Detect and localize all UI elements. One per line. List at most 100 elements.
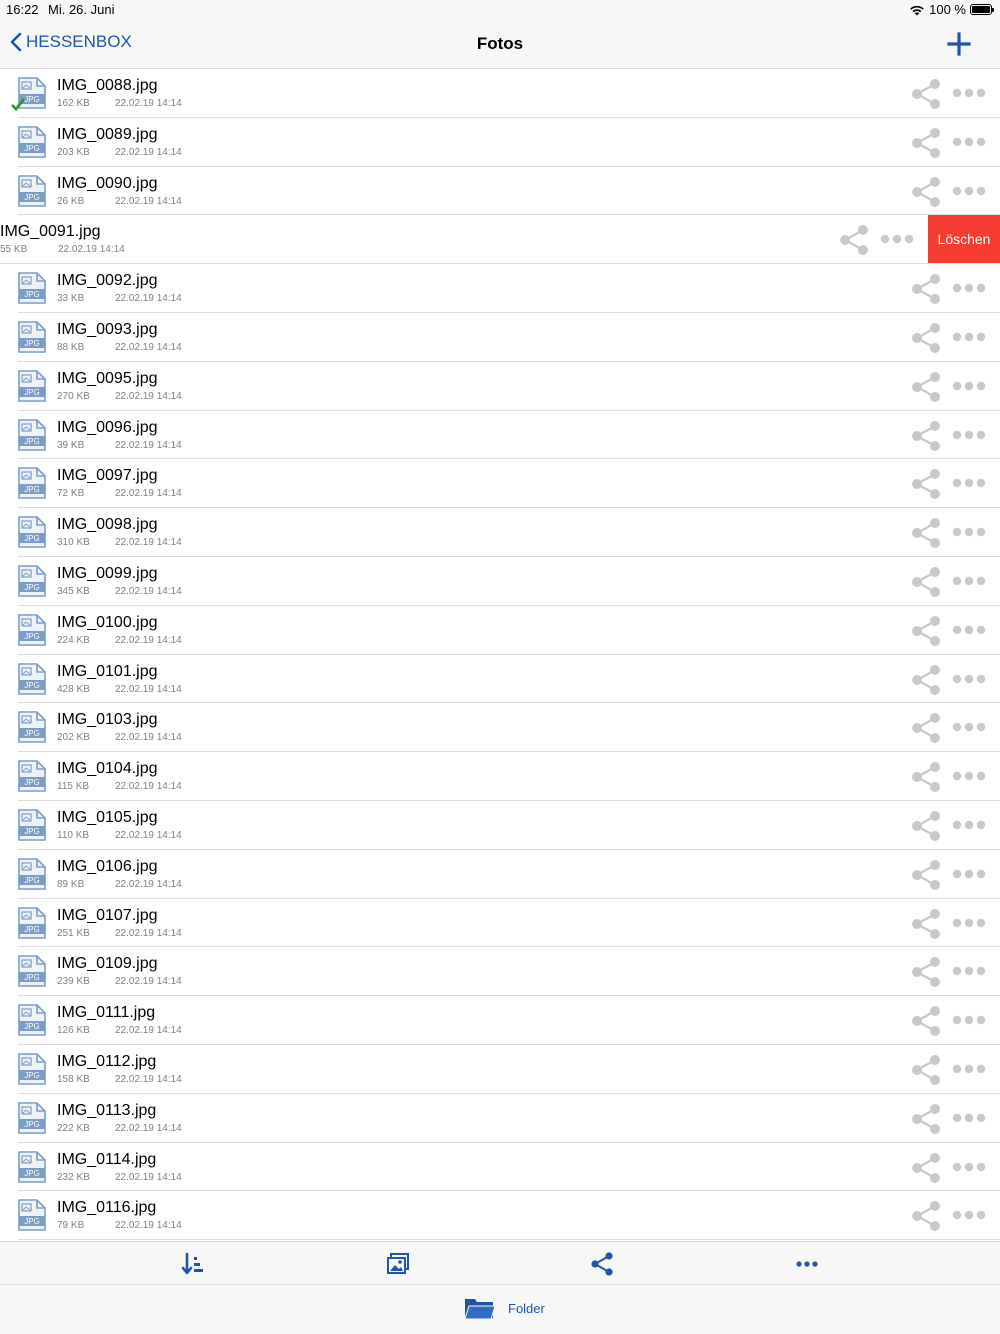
file-row[interactable]: JPG IMG_0099.jpg 345 KB 22.02.19 14:14 <box>0 557 1000 606</box>
delete-button[interactable]: Löschen <box>928 215 1000 264</box>
share-icon[interactable] <box>910 322 942 354</box>
row-content[interactable]: JPG IMG_0099.jpg 345 KB 22.02.19 14:14 <box>18 557 1000 606</box>
row-content[interactable]: JPG IMG_0088.jpg 162 KB 22.02.19 14:14 <box>18 69 1000 118</box>
gallery-icon[interactable] <box>386 1252 410 1276</box>
file-row[interactable]: JPG IMG_0111.jpg 126 KB 22.02.19 14:14 <box>0 996 1000 1045</box>
more-icon[interactable] <box>952 1014 986 1026</box>
file-row[interactable]: JPG IMG_0093.jpg 88 KB 22.02.19 14:14 <box>0 313 1000 362</box>
file-row[interactable]: JPG IMG_0088.jpg 162 KB 22.02.19 14:14 <box>0 69 1000 118</box>
row-content[interactable]: JPG IMG_0093.jpg 88 KB 22.02.19 14:14 <box>18 313 1000 362</box>
row-content[interactable]: JPG IMG_0100.jpg 224 KB 22.02.19 14:14 <box>18 606 1000 655</box>
share-icon[interactable] <box>910 1005 942 1037</box>
more-icon[interactable] <box>952 819 986 831</box>
row-content[interactable]: JPG IMG_0103.jpg 202 KB 22.02.19 14:14 <box>18 703 1000 753</box>
more-icon[interactable] <box>952 1063 986 1075</box>
row-content[interactable]: JPG IMG_0104.jpg 115 KB 22.02.19 14:14 <box>18 752 1000 801</box>
row-content[interactable]: JPG IMG_0109.jpg 239 KB 22.02.19 14:14 <box>18 947 1000 997</box>
file-row[interactable]: JPG IMG_0104.jpg 115 KB 22.02.19 14:14 <box>0 752 1000 801</box>
more-icon[interactable] <box>952 87 986 99</box>
share-icon[interactable] <box>910 1054 942 1086</box>
row-content[interactable]: JPG IMG_0116.jpg 79 KB 22.02.19 14:14 <box>18 1191 1000 1241</box>
row-content[interactable]: JPG IMG_0095.jpg 270 KB 22.02.19 14:14 <box>18 362 1000 411</box>
file-row[interactable]: JPG IMG_0098.jpg 310 KB 22.02.19 14:14 <box>0 508 1000 557</box>
more-icon[interactable] <box>952 770 986 782</box>
share-icon[interactable] <box>910 420 942 452</box>
share-icon[interactable] <box>910 810 942 842</box>
row-content[interactable]: JPG IMG_0090.jpg 26 KB 22.02.19 14:14 <box>18 167 1000 216</box>
row-content[interactable]: JPG IMG_0113.jpg 222 KB 22.02.19 14:14 <box>18 1094 1000 1143</box>
more-icon[interactable] <box>952 526 986 538</box>
more-icon[interactable] <box>880 233 914 245</box>
back-button[interactable]: HESSENBOX <box>10 32 132 52</box>
more-icon[interactable] <box>952 917 986 929</box>
row-content[interactable]: JPG IMG_0111.jpg 126 KB 22.02.19 14:14 <box>18 996 1000 1045</box>
more-icon[interactable] <box>952 282 986 294</box>
file-row[interactable]: JPG IMG_0107.jpg 251 KB 22.02.19 14:14 <box>0 899 1000 948</box>
more-icon[interactable] <box>952 721 986 733</box>
row-content[interactable]: JPG IMG_0097.jpg 72 KB 22.02.19 14:14 <box>18 459 1000 509</box>
file-row[interactable]: JPG IMG_0114.jpg 232 KB 22.02.19 14:14 <box>0 1143 1000 1192</box>
share-icon[interactable] <box>910 78 942 110</box>
row-content[interactable]: JPG IMG_0091.jpg 55 KB 22.02.19 14:14 <box>0 215 928 265</box>
more-icon[interactable] <box>952 331 986 343</box>
row-content[interactable]: JPG IMG_0096.jpg 39 KB 22.02.19 14:14 <box>18 411 1000 460</box>
file-row[interactable]: JPG IMG_0091.jpg 55 KB 22.02.19 14:14 Lö… <box>0 215 1000 265</box>
more-icon[interactable] <box>952 185 986 197</box>
more-icon[interactable] <box>795 1252 819 1276</box>
file-row[interactable]: JPG IMG_0095.jpg 270 KB 22.02.19 14:14 <box>0 362 1000 411</box>
share-icon[interactable] <box>910 1103 942 1135</box>
more-icon[interactable] <box>952 1161 986 1173</box>
share-icon[interactable] <box>910 908 942 940</box>
share-icon[interactable] <box>910 615 942 647</box>
file-row[interactable]: JPG IMG_0109.jpg 239 KB 22.02.19 14:14 <box>0 947 1000 997</box>
row-content[interactable]: JPG IMG_0106.jpg 89 KB 22.02.19 14:14 <box>18 850 1000 899</box>
share-icon[interactable] <box>910 371 942 403</box>
more-icon[interactable] <box>952 136 986 148</box>
file-row[interactable]: JPG IMG_0096.jpg 39 KB 22.02.19 14:14 <box>0 411 1000 460</box>
more-icon[interactable] <box>952 380 986 392</box>
file-row[interactable]: JPG IMG_0116.jpg 79 KB 22.02.19 14:14 <box>0 1191 1000 1241</box>
row-content[interactable]: JPG IMG_0101.jpg 428 KB 22.02.19 14:14 <box>18 655 1000 704</box>
more-icon[interactable] <box>952 429 986 441</box>
file-row[interactable]: JPG IMG_0090.jpg 26 KB 22.02.19 14:14 <box>0 167 1000 216</box>
file-row[interactable]: JPG IMG_0092.jpg 33 KB 22.02.19 14:14 <box>0 264 1000 313</box>
row-content[interactable]: JPG IMG_0089.jpg 203 KB 22.02.19 14:14 <box>18 118 1000 167</box>
share-icon[interactable] <box>910 761 942 793</box>
share-icon[interactable] <box>910 664 942 696</box>
row-content[interactable]: JPG IMG_0107.jpg 251 KB 22.02.19 14:14 <box>18 899 1000 948</box>
share-icon[interactable] <box>910 566 942 598</box>
more-icon[interactable] <box>952 868 986 880</box>
share-icon[interactable] <box>910 176 942 208</box>
share-icon[interactable] <box>838 224 870 256</box>
row-content[interactable]: JPG IMG_0114.jpg 232 KB 22.02.19 14:14 <box>18 1143 1000 1192</box>
share-icon[interactable] <box>910 517 942 549</box>
share-icon[interactable] <box>910 956 942 988</box>
tab-folder[interactable]: Folder <box>464 1296 545 1320</box>
share-icon[interactable] <box>910 273 942 305</box>
share-icon[interactable] <box>910 468 942 500</box>
share-icon[interactable] <box>590 1252 614 1276</box>
file-row[interactable]: JPG IMG_0105.jpg 110 KB 22.02.19 14:14 <box>0 801 1000 850</box>
add-icon[interactable] <box>946 31 972 57</box>
more-icon[interactable] <box>952 1209 986 1221</box>
more-icon[interactable] <box>952 673 986 685</box>
more-icon[interactable] <box>952 624 986 636</box>
file-row[interactable]: JPG IMG_0100.jpg 224 KB 22.02.19 14:14 <box>0 606 1000 655</box>
file-row[interactable]: JPG IMG_0106.jpg 89 KB 22.02.19 14:14 <box>0 850 1000 899</box>
row-content[interactable]: JPG IMG_0098.jpg 310 KB 22.02.19 14:14 <box>18 508 1000 557</box>
file-row[interactable]: JPG IMG_0089.jpg 203 KB 22.02.19 14:14 <box>0 118 1000 167</box>
more-icon[interactable] <box>952 1112 986 1124</box>
row-content[interactable]: JPG IMG_0105.jpg 110 KB 22.02.19 14:14 <box>18 801 1000 850</box>
share-icon[interactable] <box>910 127 942 159</box>
sort-icon[interactable] <box>181 1252 205 1276</box>
row-content[interactable]: JPG IMG_0112.jpg 158 KB 22.02.19 14:14 <box>18 1045 1000 1094</box>
more-icon[interactable] <box>952 477 986 489</box>
file-row[interactable]: JPG IMG_0103.jpg 202 KB 22.02.19 14:14 <box>0 703 1000 753</box>
file-row[interactable]: JPG IMG_0113.jpg 222 KB 22.02.19 14:14 <box>0 1094 1000 1143</box>
file-row[interactable]: JPG IMG_0112.jpg 158 KB 22.02.19 14:14 <box>0 1045 1000 1094</box>
more-icon[interactable] <box>952 575 986 587</box>
share-icon[interactable] <box>910 859 942 891</box>
file-row[interactable]: JPG IMG_0101.jpg 428 KB 22.02.19 14:14 <box>0 655 1000 704</box>
share-icon[interactable] <box>910 712 942 744</box>
row-content[interactable]: JPG IMG_0092.jpg 33 KB 22.02.19 14:14 <box>18 264 1000 313</box>
